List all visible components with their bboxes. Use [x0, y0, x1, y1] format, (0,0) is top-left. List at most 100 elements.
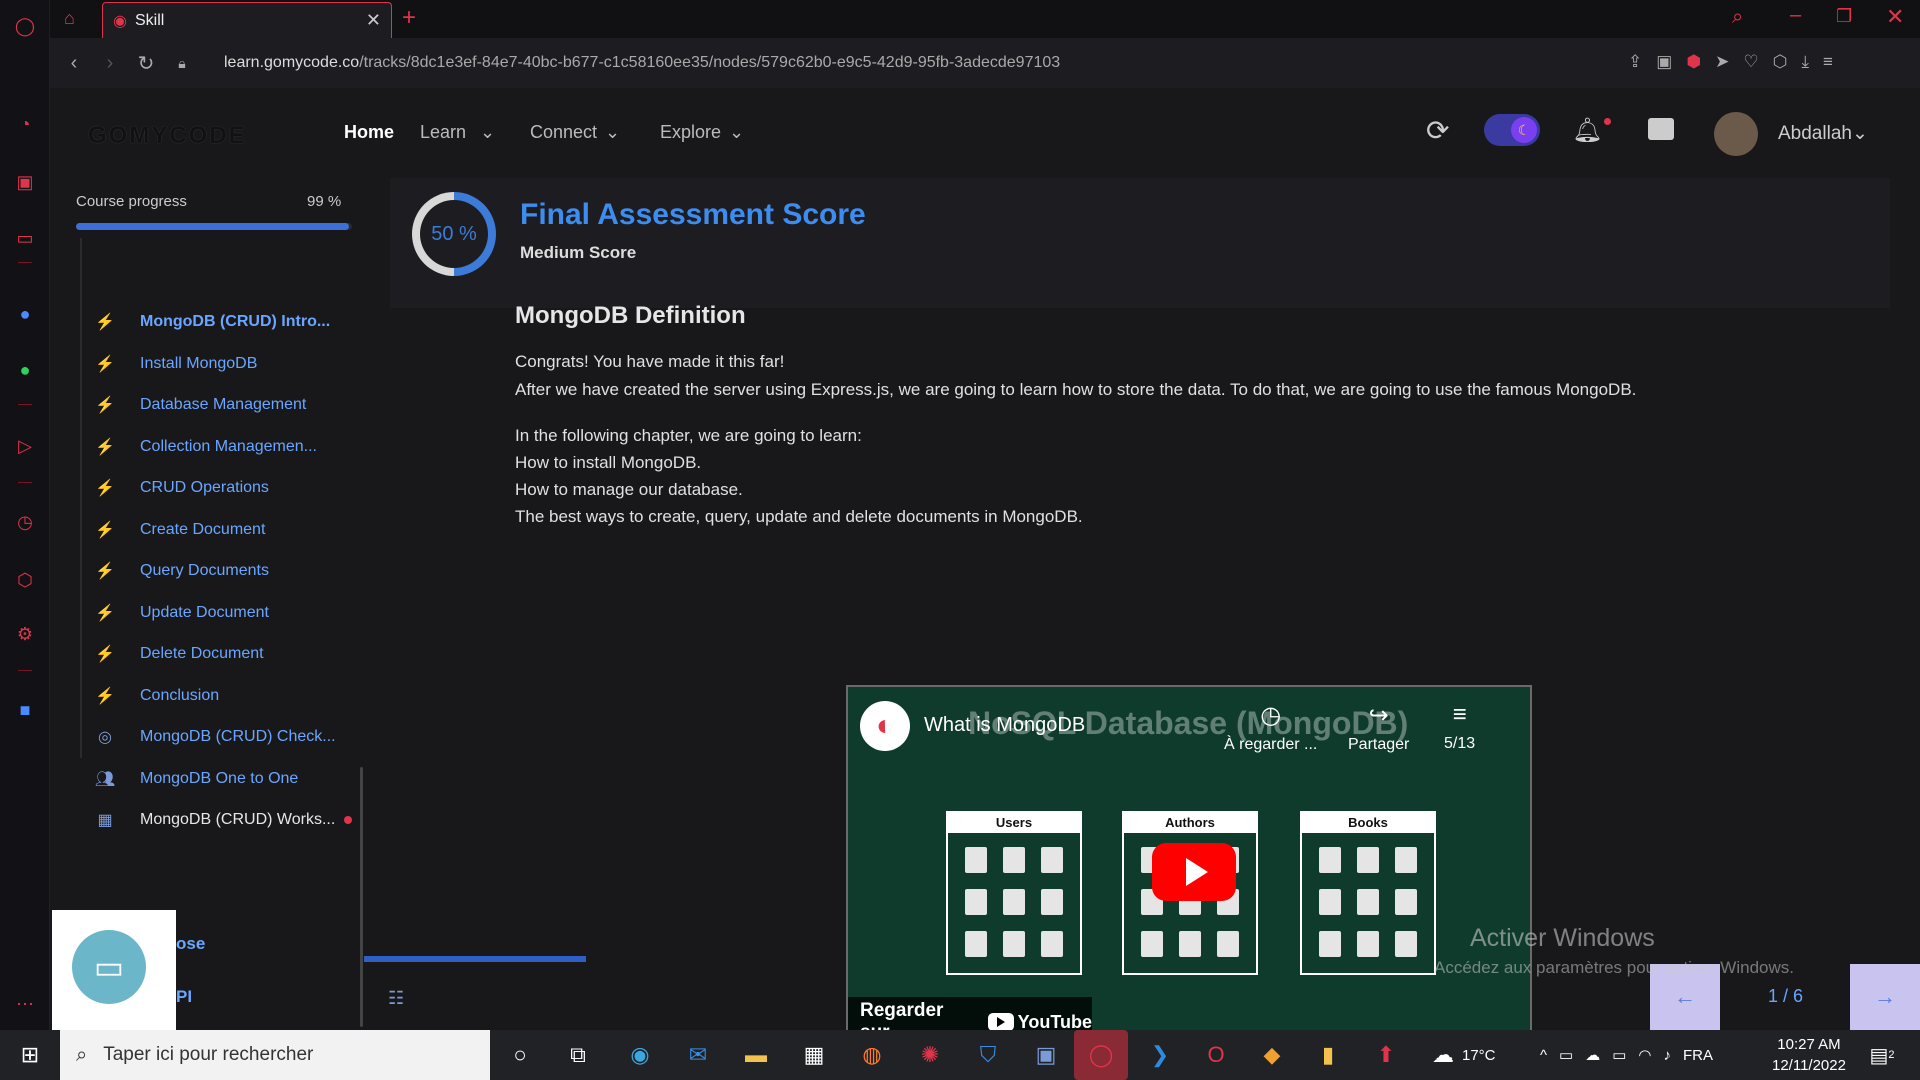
list-toggle-icon[interactable]: ☷ [388, 988, 404, 1009]
battery-icon[interactable]: ▭ [1612, 1046, 1626, 1064]
player-icon[interactable]: ▷ [13, 434, 37, 458]
lesson-pi-label[interactable]: PI [176, 987, 192, 1007]
close-tab-icon[interactable]: ✕ [366, 10, 381, 31]
lesson-item[interactable]: ⚡ Database Management [82, 385, 352, 425]
share-button[interactable]: ↪ Partager [1348, 701, 1409, 754]
speed-dial-icon[interactable]: ◔ [13, 112, 37, 136]
chat-icon[interactable] [1648, 118, 1674, 140]
chat-widget-panel: ▭ [52, 910, 176, 1030]
nav-explore[interactable]: Explore ⌄ [660, 122, 744, 143]
nav-learn[interactable]: Learn ⌄ [420, 122, 495, 143]
taskbar-search[interactable]: ⌕ Taper ici pour rechercher [60, 1030, 490, 1080]
firefox-icon[interactable]: ◍ [856, 1039, 888, 1071]
user-menu[interactable]: Abdallah⌄ [1778, 122, 1868, 145]
cortana-icon[interactable]: ○ [504, 1039, 536, 1071]
volume-icon[interactable]: ♪ [1664, 1047, 1672, 1064]
lesson-item[interactable]: ⚡ Delete Document [82, 634, 352, 674]
play-button[interactable] [1152, 843, 1236, 901]
upload-app-icon[interactable]: ⬆ [1370, 1039, 1402, 1071]
opera-logo-icon[interactable]: ◯ [13, 14, 37, 38]
url-field[interactable]: learn.gomycode.co/tracks/8dc1e3ef-84e7-4… [224, 54, 1060, 72]
nav-home[interactable]: Home [344, 122, 394, 143]
close-window-icon[interactable]: ✕ [1886, 4, 1904, 30]
task-view-icon[interactable]: ⧉ [562, 1039, 594, 1071]
extensions-icon[interactable]: ⬡ [13, 568, 37, 592]
easy-setup-icon[interactable]: ≡ [1823, 52, 1833, 72]
translate-icon[interactable]: ■ [13, 698, 37, 722]
lesson-item[interactable]: 👥︎ MongoDB One to One [82, 759, 352, 799]
weather-widget[interactable]: ☁ 17°C [1432, 1030, 1496, 1080]
settings-icon[interactable]: ⚙ [13, 622, 37, 646]
watch-later-button[interactable]: ◷ À regarder ... [1224, 701, 1317, 754]
store-icon[interactable]: ▦ [798, 1039, 830, 1071]
app-blue-icon[interactable]: ▣ [1030, 1039, 1062, 1071]
new-tab-icon[interactable]: + [402, 4, 416, 32]
file-explorer-icon[interactable]: ▬ [740, 1039, 772, 1071]
opera-gx-taskbar-icon[interactable]: ◯ [1074, 1030, 1128, 1080]
gomycode-logo[interactable]: GOMYCODE [88, 122, 247, 150]
gx-control-icon[interactable]: ⌂ [64, 8, 75, 29]
download-icon[interactable]: ⤓ [1802, 52, 1810, 72]
notification-center-icon[interactable]: ▤ 2 [1866, 1039, 1898, 1071]
avatar[interactable] [1714, 112, 1758, 156]
lesson-item[interactable]: ◎ MongoDB (CRUD) Check... [82, 717, 352, 757]
lesson-item[interactable]: ⚡ Collection Managemen... [82, 427, 352, 467]
playlist-button[interactable]: ≡ 5/13 [1444, 701, 1475, 753]
lesson-ose-label[interactable]: ose [176, 934, 205, 954]
heart-icon[interactable]: ♡ [1743, 52, 1758, 72]
lesson-item[interactable]: ⚡ Query Documents [82, 551, 352, 591]
tab-title: Skill [134, 11, 165, 29]
folder-icon[interactable]: ▮ [1312, 1039, 1344, 1071]
onedrive-icon[interactable]: ☁ [1585, 1046, 1600, 1064]
lesson-item[interactable]: ▦ MongoDB (CRUD) Works... [82, 800, 352, 840]
chat-bubble-icon[interactable]: ▭ [72, 930, 146, 1004]
dark-mode-toggle[interactable]: ☾ [1484, 114, 1540, 146]
lesson-item[interactable]: ⚡ CRUD Operations [82, 468, 352, 508]
messenger-icon[interactable]: ● [13, 302, 37, 326]
clock[interactable]: 10:27 AM 12/11/2022 [1772, 1034, 1846, 1076]
restore-icon[interactable]: ❐ [1836, 6, 1852, 27]
workspace-icon[interactable]: ▣ [13, 170, 37, 194]
nav-connect[interactable]: Connect ⌄ [530, 122, 620, 143]
channel-logo-icon[interactable]: ◐ [860, 701, 910, 751]
next-page-button[interactable]: → [1850, 964, 1920, 1030]
send-icon[interactable]: ➤ [1715, 52, 1729, 72]
lesson-item[interactable]: ⚡ Install MongoDB [82, 344, 352, 384]
share-icon[interactable]: ⇪ [1628, 52, 1642, 72]
windows-start-icon[interactable]: ⊞ [14, 1039, 46, 1071]
lesson-item[interactable]: ⚡ MongoDB (CRUD) Intro... [82, 302, 352, 342]
bell-icon[interactable]: 🔔︎ [1572, 116, 1602, 145]
language-indicator[interactable]: FRA [1683, 1047, 1713, 1064]
lesson-item[interactable]: ⚡ Conclusion [82, 676, 352, 716]
minimize-icon[interactable]: – [1790, 4, 1801, 27]
device-icon[interactable]: ▭ [1559, 1046, 1573, 1064]
vscode-icon[interactable]: ❯ [1144, 1039, 1176, 1071]
search-tabs-icon[interactable]: ⌕ [1732, 6, 1743, 29]
edge-icon[interactable]: ◉ [624, 1039, 656, 1071]
youtube-video[interactable]: NoSQL Database (MongoDB) ◐ What is Mongo… [846, 685, 1532, 1045]
forward-icon[interactable]: › [92, 45, 128, 81]
app-red-icon[interactable]: ✺ [914, 1039, 946, 1071]
mail-icon[interactable]: ✉ [682, 1039, 714, 1071]
adblock-icon[interactable]: ⬢ [1686, 52, 1701, 72]
twitch-icon[interactable]: ▭ [13, 226, 37, 250]
wifi-icon[interactable]: ◠ [1638, 1046, 1651, 1064]
back-icon[interactable]: ‹ [56, 45, 92, 81]
more-icon[interactable]: ⋯ [13, 992, 37, 1016]
history-icon[interactable]: ◷ [13, 510, 37, 534]
whatsapp-icon[interactable]: ● [13, 358, 37, 382]
sidebar-scrollbar[interactable] [360, 767, 363, 1027]
chevron-up-icon[interactable]: ^ [1540, 1047, 1547, 1064]
refresh-icon[interactable]: ⟳ [1426, 114, 1449, 147]
reload-icon[interactable]: ↻ [128, 45, 164, 81]
opera-icon[interactable]: O [1200, 1039, 1232, 1071]
box-icon[interactable]: ⬡ [1773, 52, 1788, 72]
shield-icon[interactable]: ⛉ [972, 1039, 1004, 1071]
lesson-item[interactable]: ⚡ Create Document [82, 510, 352, 550]
git-icon[interactable]: ◆ [1256, 1039, 1288, 1071]
tab-skill[interactable]: ◉ Skill ✕ [102, 2, 392, 38]
lesson-item[interactable]: ⚡ Update Document [82, 593, 352, 633]
video-title[interactable]: What is MongoDB [924, 714, 1085, 737]
camera-icon[interactable]: ▣ [1656, 52, 1672, 72]
bolt-icon: ⚡ [95, 687, 115, 705]
